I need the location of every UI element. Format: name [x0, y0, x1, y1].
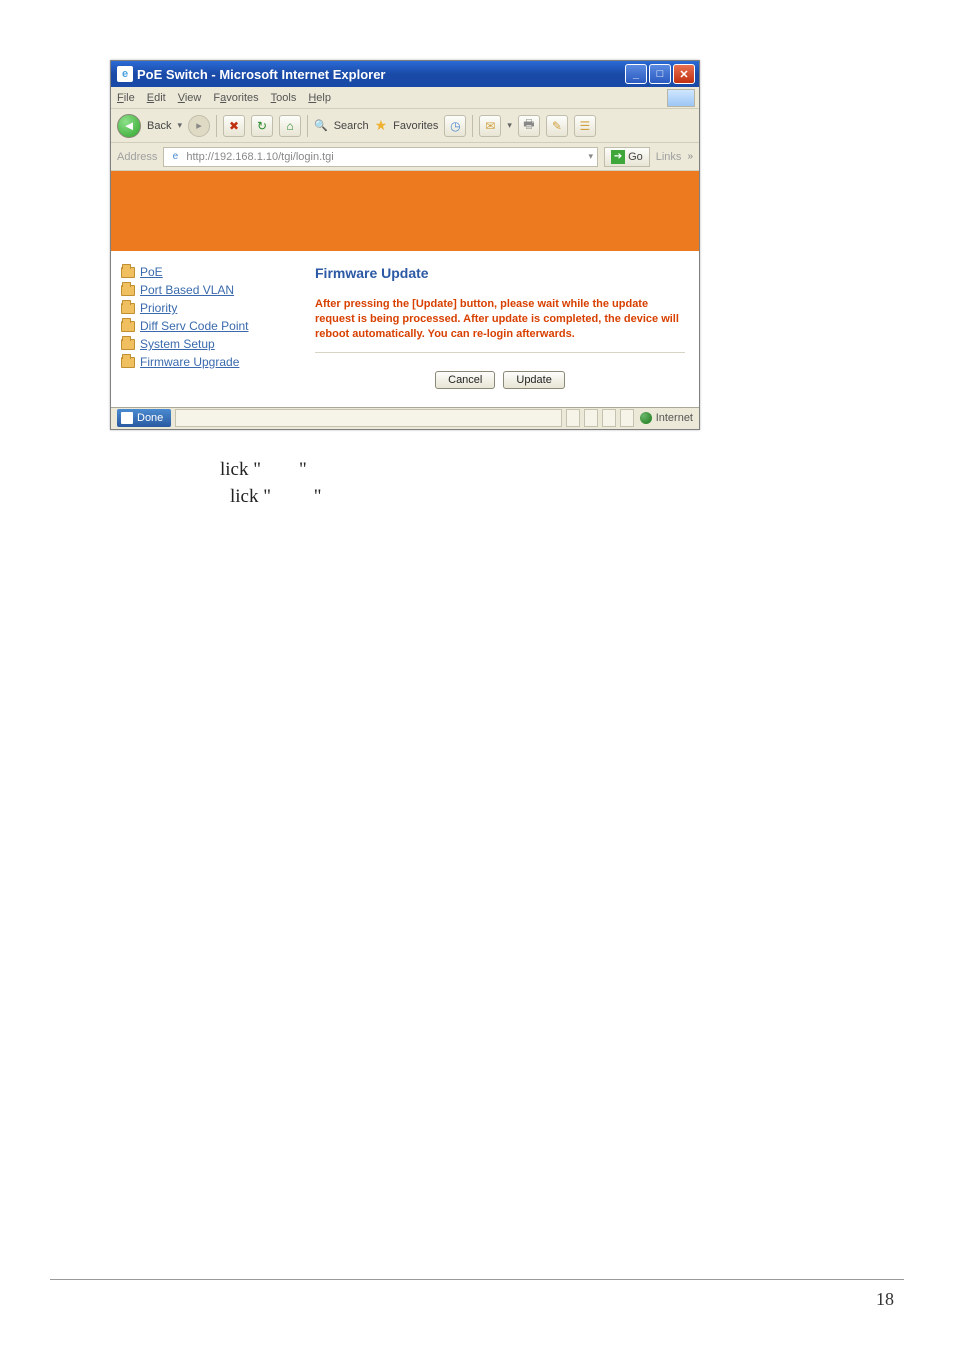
folder-icon — [121, 285, 135, 296]
discuss-button[interactable]: ☰ — [574, 115, 596, 137]
separator — [472, 115, 473, 137]
status-panes — [175, 409, 633, 427]
back-dropdown-icon[interactable]: ▾ — [177, 120, 182, 131]
status-cell — [584, 409, 598, 427]
close-button[interactable]: ✕ — [673, 64, 695, 84]
statusbar: Done Internet — [111, 407, 699, 429]
addressbar: Address e http://192.168.1.10/tgi/login.… — [111, 143, 699, 171]
menu-file[interactable]: File — [117, 92, 135, 104]
go-arrow-icon: ➔ — [611, 150, 625, 164]
page-number: 18 — [876, 1289, 894, 1310]
update-button[interactable]: Update — [503, 371, 564, 389]
toolbar: ◄ Back ▾ ▸ ✖ ↻ ⌂ 🔍 Search ★ Favorites ◷ … — [111, 109, 699, 143]
links-chevron-icon[interactable]: » — [687, 151, 693, 162]
footer-rule — [50, 1279, 904, 1280]
address-dropdown-icon[interactable]: ▾ — [589, 151, 594, 162]
back-button[interactable]: ◄ — [117, 114, 141, 138]
sidebar-item-label: PoE — [140, 265, 163, 279]
go-button[interactable]: ➔ Go — [604, 147, 650, 167]
firmware-heading: Firmware Update — [315, 265, 685, 281]
menu-help[interactable]: Help — [308, 92, 331, 104]
menu-view[interactable]: View — [178, 92, 202, 104]
titlebar: e PoE Switch - Microsoft Internet Explor… — [111, 61, 699, 87]
minimize-button[interactable]: _ — [625, 64, 647, 84]
menu-edit[interactable]: Edit — [147, 92, 166, 104]
separator — [307, 115, 308, 137]
folder-icon — [121, 357, 135, 368]
sidebar-item-poe[interactable]: PoE — [121, 265, 303, 279]
address-label: Address — [117, 151, 157, 163]
sidebar-item-label: Priority — [140, 301, 177, 315]
edit-button[interactable]: ✎ — [546, 115, 568, 137]
status-cell — [620, 409, 634, 427]
sidebar-item-priority[interactable]: Priority — [121, 301, 303, 315]
print-button[interactable]: 🖶 — [518, 115, 540, 137]
go-label: Go — [628, 151, 643, 163]
sidebar-item-label: Port Based VLAN — [140, 283, 234, 297]
folder-icon — [121, 321, 135, 332]
zone-label: Internet — [656, 412, 693, 424]
sidebar-item-firmware-upgrade[interactable]: Firmware Upgrade — [121, 355, 303, 369]
status-cell — [602, 409, 616, 427]
sidebar-item-label: System Setup — [140, 337, 215, 351]
address-value: http://192.168.1.10/tgi/login.tgi — [186, 151, 333, 163]
mail-button[interactable]: ✉ — [479, 115, 501, 137]
folder-icon — [121, 339, 135, 350]
stop-button[interactable]: ✖ — [223, 115, 245, 137]
cancel-button[interactable]: Cancel — [435, 371, 495, 389]
menu-favorites[interactable]: Favorites — [213, 92, 258, 104]
search-icon: 🔍 — [314, 119, 328, 132]
maximize-button[interactable]: □ — [649, 64, 671, 84]
status-cell — [566, 409, 580, 427]
back-label: Back — [147, 120, 171, 132]
sidebar-item-label: Firmware Upgrade — [140, 355, 239, 369]
body-text: lick " " lick " " — [220, 456, 904, 511]
history-button[interactable]: ◷ — [444, 115, 466, 137]
status-text: Done — [137, 412, 163, 424]
done-icon — [121, 412, 133, 424]
links-label[interactable]: Links — [656, 151, 682, 163]
main-pane: Firmware Update After pressing the [Upda… — [311, 251, 699, 407]
folder-icon — [121, 303, 135, 314]
home-button[interactable]: ⌂ — [279, 115, 301, 137]
sidebar-item-vlan[interactable]: Port Based VLAN — [121, 283, 303, 297]
menubar: File Edit View Favorites Tools Help — [111, 87, 699, 109]
page-icon: e — [168, 150, 182, 164]
favorites-label[interactable]: Favorites — [393, 120, 438, 132]
ie-icon: e — [117, 66, 133, 82]
body-line-2: lick " " — [230, 483, 904, 511]
internet-zone-icon — [640, 412, 652, 424]
sidebar: PoE Port Based VLAN Priority Diff Serv C… — [111, 251, 311, 407]
header-banner — [111, 171, 699, 251]
favorites-icon: ★ — [375, 117, 388, 134]
address-input[interactable]: e http://192.168.1.10/tgi/login.tgi ▾ — [163, 147, 598, 167]
folder-icon — [121, 267, 135, 278]
throbber-icon — [667, 89, 695, 107]
firmware-message: After pressing the [Update] button, plea… — [315, 297, 685, 353]
forward-button[interactable]: ▸ — [188, 115, 210, 137]
status-zone: Internet — [640, 412, 693, 424]
search-label[interactable]: Search — [334, 120, 369, 132]
page-content: PoE Port Based VLAN Priority Diff Serv C… — [111, 171, 699, 407]
status-cell — [175, 409, 561, 427]
sidebar-item-label: Diff Serv Code Point — [140, 319, 249, 333]
refresh-button[interactable]: ↻ — [251, 115, 273, 137]
separator — [216, 115, 217, 137]
browser-window: e PoE Switch - Microsoft Internet Explor… — [110, 60, 700, 430]
mail-dropdown-icon[interactable]: ▾ — [507, 120, 512, 131]
status-done: Done — [117, 409, 171, 427]
body-line-1: lick " " — [220, 456, 904, 484]
menu-tools[interactable]: Tools — [271, 92, 297, 104]
sidebar-item-dscp[interactable]: Diff Serv Code Point — [121, 319, 303, 333]
window-title: PoE Switch - Microsoft Internet Explorer — [137, 67, 625, 82]
sidebar-item-system-setup[interactable]: System Setup — [121, 337, 303, 351]
